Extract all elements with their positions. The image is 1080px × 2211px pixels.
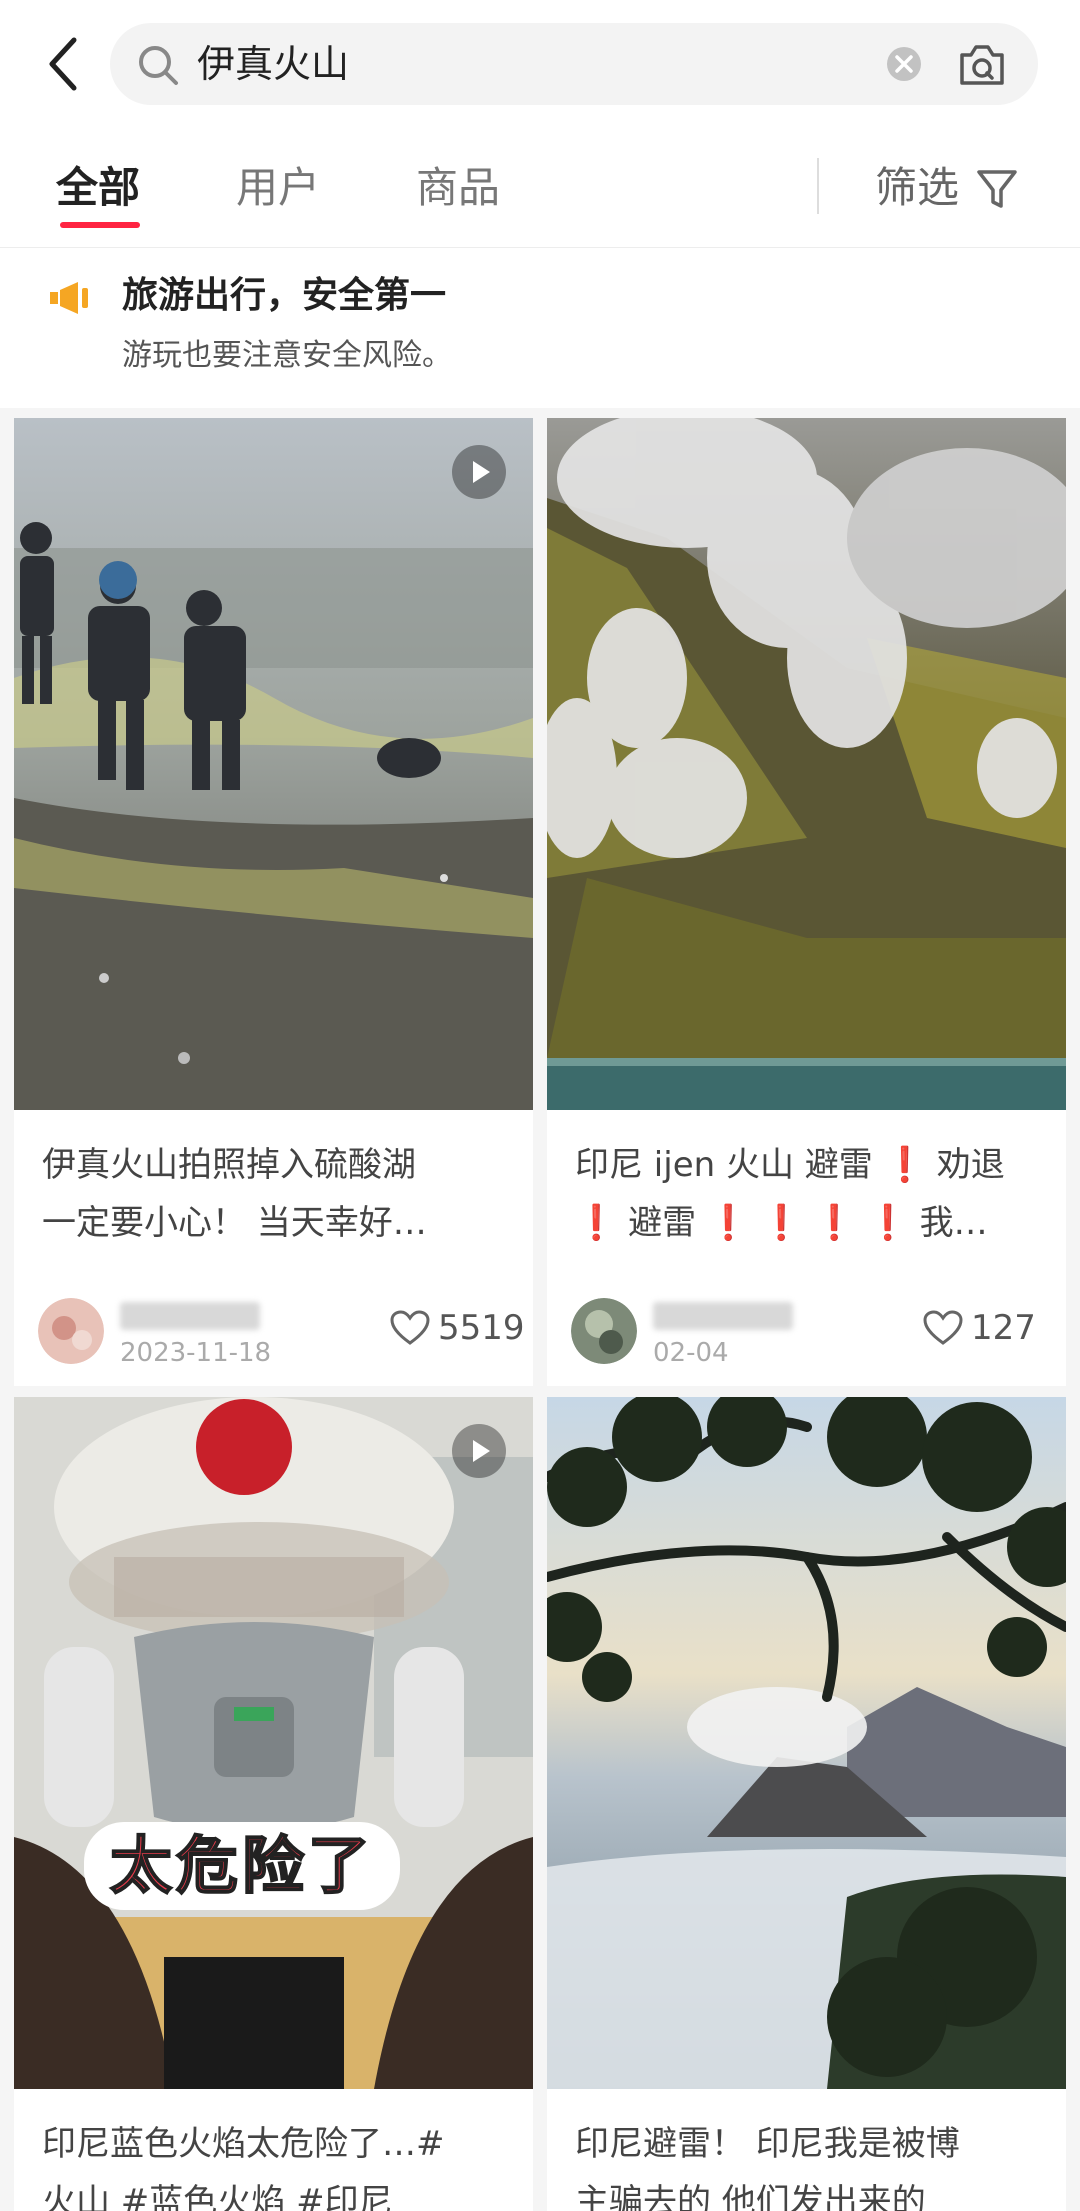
notice-subtitle: 游玩也要注意安全风险。 bbox=[122, 338, 452, 373]
search-header: 伊真火山 bbox=[0, 0, 1080, 130]
video-play-icon bbox=[452, 445, 506, 499]
tab-all[interactable]: 全部 bbox=[56, 160, 140, 216]
post-meta: 02-04 127 bbox=[571, 1298, 1051, 1378]
result-tabs: 全部 用户 商品 筛选 bbox=[0, 130, 1080, 248]
post-card[interactable]: 印尼避雷！ 印尼我是被博 主骗去的 他们发出来的 bbox=[547, 1397, 1066, 2211]
post-title: 印尼 ijen 火山 避雷 ❗ 劝退 ❗ 避雷 ❗ ❗ ❗ ❗ 我… bbox=[575, 1145, 1005, 1243]
camera-icon[interactable] bbox=[956, 41, 1008, 89]
tab-users[interactable]: 用户 bbox=[236, 160, 320, 216]
author-name-blurred[interactable] bbox=[120, 1302, 260, 1330]
filter-button[interactable]: 筛选 bbox=[875, 160, 959, 216]
author-name-blurred[interactable] bbox=[653, 1302, 793, 1330]
back-arrow-icon[interactable] bbox=[40, 34, 90, 94]
heart-icon[interactable] bbox=[390, 1310, 430, 1346]
post-title: 印尼避雷！ 印尼我是被博 主骗去的 他们发出来的 bbox=[575, 2124, 960, 2211]
search-query[interactable]: 伊真火山 bbox=[197, 39, 349, 89]
post-card[interactable]: 印尼 ijen 火山 避雷 ❗ 劝退 ❗ 避雷 ❗ ❗ ❗ ❗ 我… 02-04… bbox=[547, 418, 1066, 1386]
notice-title: 旅游出行，安全第一 bbox=[122, 275, 447, 316]
search-icon bbox=[136, 43, 180, 87]
post-cover-image[interactable] bbox=[547, 418, 1066, 1110]
post-cover-image[interactable]: 太危险了 bbox=[14, 1397, 533, 2089]
heart-icon[interactable] bbox=[923, 1310, 963, 1346]
post-card[interactable]: 太危险了 印尼蓝色火焰太危险了…# 火山 #蓝色火焰 #印尼 bbox=[14, 1397, 533, 2211]
safety-notice[interactable]: 旅游出行，安全第一 游玩也要注意安全风险。 bbox=[0, 248, 1080, 408]
search-input[interactable]: 伊真火山 bbox=[110, 23, 1038, 105]
like-count: 127 bbox=[971, 1308, 1036, 1348]
post-title: 伊真火山拍照掉入硫酸湖 一定要小心！ 当天幸好… bbox=[42, 1145, 427, 1243]
post-title: 印尼蓝色火焰太危险了…# 火山 #蓝色火焰 #印尼 bbox=[42, 2124, 445, 2211]
post-card[interactable]: 伊真火山拍照掉入硫酸湖 一定要小心！ 当天幸好… 2023-11-18 5519 bbox=[14, 418, 533, 1386]
avatar[interactable] bbox=[38, 1298, 104, 1364]
like-count: 5519 bbox=[438, 1308, 525, 1348]
megaphone-icon bbox=[48, 280, 94, 316]
clear-icon[interactable] bbox=[885, 45, 923, 83]
post-meta: 2023-11-18 5519 bbox=[38, 1298, 525, 1378]
tab-divider bbox=[817, 158, 819, 214]
video-overlay-caption: 太危险了 bbox=[84, 1822, 401, 1910]
post-cover-image[interactable] bbox=[547, 1397, 1066, 2089]
active-tab-indicator bbox=[60, 222, 140, 228]
tab-products[interactable]: 商品 bbox=[416, 160, 500, 216]
post-cover-image[interactable] bbox=[14, 418, 533, 1110]
filter-icon[interactable] bbox=[975, 166, 1019, 212]
video-play-icon bbox=[452, 1424, 506, 1478]
post-date: 02-04 bbox=[653, 1338, 729, 1368]
avatar[interactable] bbox=[571, 1298, 637, 1364]
post-date: 2023-11-18 bbox=[120, 1338, 272, 1368]
